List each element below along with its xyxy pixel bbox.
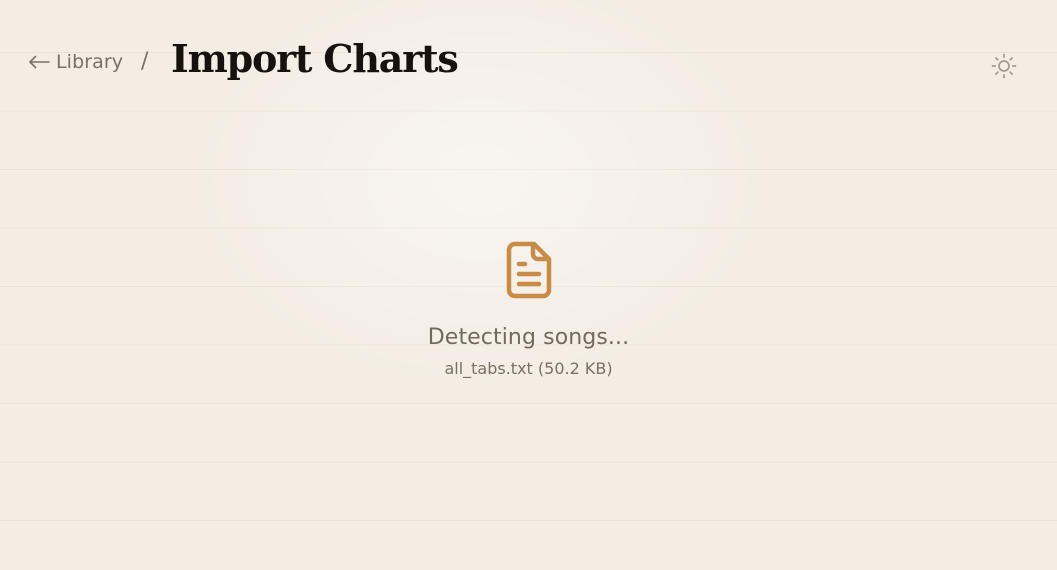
page-title: Import Charts <box>171 36 459 81</box>
arrow-left-icon <box>29 55 50 69</box>
import-status: Detecting songs... all_tabs.txt (50.2 KB… <box>0 240 1057 378</box>
file-text-icon <box>506 241 551 299</box>
back-link-label: Library <box>56 51 124 73</box>
back-to-library-link[interactable]: Library <box>28 51 123 73</box>
breadcrumb-separator: / <box>141 49 149 74</box>
theme-toggle-button[interactable] <box>990 52 1018 80</box>
file-info: all_tabs.txt (50.2 KB) <box>444 359 613 378</box>
page-header: Library / Import Charts <box>0 0 1057 110</box>
sun-icon <box>991 53 1017 79</box>
status-message: Detecting songs... <box>427 325 630 350</box>
